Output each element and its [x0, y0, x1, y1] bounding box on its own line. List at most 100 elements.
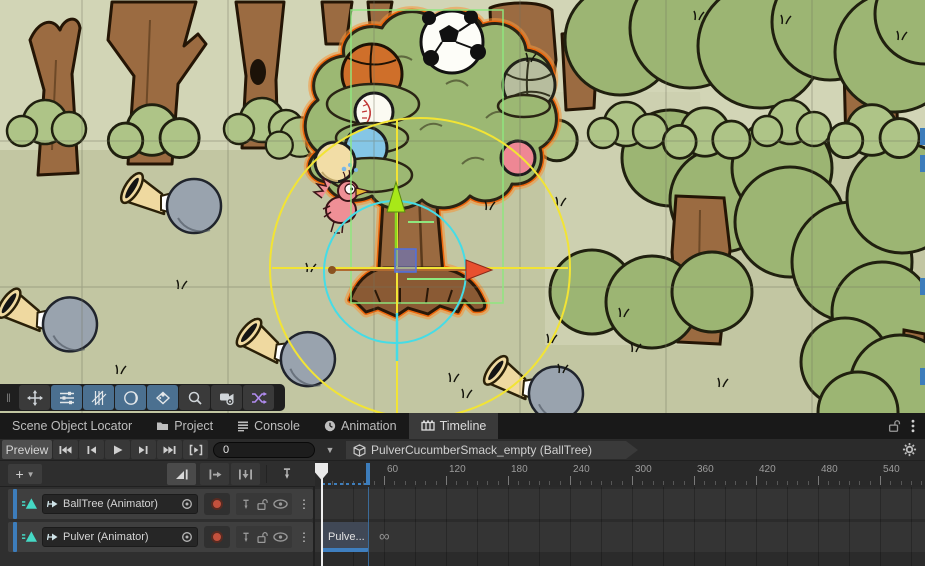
replace-mode-button[interactable]	[231, 463, 260, 485]
skip-to-end-button[interactable]	[157, 440, 182, 459]
track-binding-field[interactable]: Pulver (Animator)	[42, 527, 198, 547]
search-tool[interactable]	[179, 385, 210, 410]
timeline-end-line	[368, 487, 369, 566]
track-binding-field[interactable]: BallTree (Animator)	[42, 494, 198, 514]
lane-pulver[interactable]	[315, 522, 925, 552]
x-axis-origin	[328, 266, 336, 274]
ruler-tick-minor	[611, 481, 612, 485]
skip-to-start-button[interactable]	[53, 440, 78, 459]
ruler-tick-major	[446, 476, 447, 485]
tab-scene-object-locator[interactable]: Scene Object Locator	[0, 413, 144, 439]
preview-button[interactable]: Preview	[2, 440, 52, 459]
object-picker-icon[interactable]	[181, 498, 193, 510]
toolbar-drag-handle[interactable]: ‖	[0, 384, 18, 411]
ruler-tick-major	[756, 476, 757, 485]
eye-icon[interactable]	[273, 531, 288, 543]
pin-icon[interactable]	[240, 498, 252, 511]
soccer-ball[interactable]	[421, 10, 486, 73]
play-range-icon	[189, 444, 203, 456]
lane-balltree[interactable]	[315, 489, 925, 519]
hatch-tool[interactable]	[83, 385, 114, 410]
sliders-tool[interactable]	[51, 385, 82, 410]
tab-project[interactable]: Project	[144, 413, 225, 439]
eye-icon[interactable]	[273, 498, 288, 510]
ruler-tick-minor	[746, 481, 747, 485]
breadcrumb[interactable]: PulverCucumberSmack_empty (BallTree)	[346, 441, 638, 459]
grid-line	[880, 487, 881, 566]
search-icon	[187, 390, 203, 406]
ruler-tick-label: 540	[883, 464, 900, 475]
next-frame-button[interactable]	[131, 440, 156, 459]
track-menu-kebab[interactable]: ⋮	[298, 531, 310, 543]
timeline-ruler[interactable]: 60120180240300360420480540	[315, 461, 925, 487]
track-toolbar: +▼ 60120180240300360420480540	[0, 461, 925, 487]
timeline-settings-button[interactable]	[902, 442, 917, 457]
record-button[interactable]	[204, 493, 230, 515]
pin-icon[interactable]	[240, 531, 252, 544]
ruler-tick-minor	[456, 481, 457, 485]
ruler-tick-major	[570, 476, 571, 485]
track-header-balltree[interactable]: BallTree (Animator) ⋮	[8, 489, 313, 519]
record-icon	[211, 531, 223, 543]
track-header-pulver[interactable]: Pulver (Animator) ⋮	[8, 522, 313, 552]
ruler-tick-label: 480	[821, 464, 838, 475]
lock-open-icon[interactable]	[256, 531, 269, 544]
grid-line	[663, 487, 664, 566]
track-menu-kebab[interactable]: ⋮	[298, 498, 310, 510]
play-button[interactable]	[105, 440, 130, 459]
clip-label: Pulve...	[328, 531, 365, 543]
previous-frame-button[interactable]	[79, 440, 104, 459]
ripple-mode-button[interactable]	[200, 463, 229, 485]
ruler-tick-minor	[766, 481, 767, 485]
camera-visibility-tool[interactable]	[211, 385, 242, 410]
ruler-tick-minor	[374, 481, 375, 485]
timeline-panel: Scene Object Locator Project Console Ani…	[0, 413, 925, 566]
tab-console[interactable]: Console	[225, 413, 312, 439]
add-track-button[interactable]: +▼	[8, 464, 42, 484]
editor-window: ‖	[0, 0, 925, 566]
frame-field[interactable]: 0	[213, 442, 315, 458]
play-range-button[interactable]	[183, 440, 208, 459]
object-picker-icon[interactable]	[181, 531, 193, 543]
ruler-tick-minor	[498, 481, 499, 485]
ruler-tick-label: 180	[511, 464, 528, 475]
tab-animation[interactable]: Animation	[312, 413, 409, 439]
tab-label: Console	[254, 419, 300, 433]
ruler-tick-minor	[849, 481, 850, 485]
ruler-tick-minor	[890, 481, 891, 485]
tab-timeline[interactable]: Timeline	[409, 413, 499, 439]
scene-canvas[interactable]	[0, 0, 925, 413]
ruler-tick-minor	[539, 481, 540, 485]
ruler-tick-minor	[808, 481, 809, 485]
ruler-tick-minor	[735, 481, 736, 485]
clip-pulver[interactable]: Pulve...	[322, 522, 368, 552]
chevron-down-icon: ▼	[27, 470, 35, 479]
move-tool[interactable]	[19, 385, 50, 410]
lock-open-icon[interactable]	[256, 498, 269, 511]
grid-line	[477, 487, 478, 566]
xy-plane-handle[interactable]	[395, 249, 416, 272]
tab-label: Scene Object Locator	[12, 419, 132, 433]
playback-bar: Preview 0 ▼ PulverCucumberSmack_empty (B…	[0, 439, 925, 461]
ruler-tick-minor	[715, 481, 716, 485]
record-button[interactable]	[204, 526, 230, 548]
timeline-end-marker[interactable]	[366, 463, 370, 485]
ruler-tick-minor	[684, 481, 685, 485]
track-content[interactable]: Pulve... ∞	[315, 487, 925, 566]
tab-label: Timeline	[440, 419, 487, 433]
frame-options-dropdown[interactable]: ▼	[319, 445, 341, 455]
scene-viewport[interactable]: ‖	[0, 0, 925, 413]
previous-frame-icon	[86, 444, 97, 456]
sphere-tool[interactable]	[115, 385, 146, 410]
track-name: BallTree (Animator)	[63, 498, 177, 510]
marker-toggle-button[interactable]	[272, 463, 301, 485]
lock-open-icon[interactable]	[887, 419, 901, 433]
kebab-menu[interactable]	[911, 419, 915, 433]
mix-mode-button[interactable]	[167, 463, 196, 485]
breadcrumb-label: PulverCucumberSmack_empty (BallTree)	[371, 443, 592, 457]
ruler-tick-minor	[405, 481, 406, 485]
shuffle-tool[interactable]	[243, 385, 274, 410]
ruler-tick-label: 300	[635, 464, 652, 475]
prefab-tool[interactable]	[147, 385, 178, 410]
shuffle-icon	[251, 390, 267, 406]
